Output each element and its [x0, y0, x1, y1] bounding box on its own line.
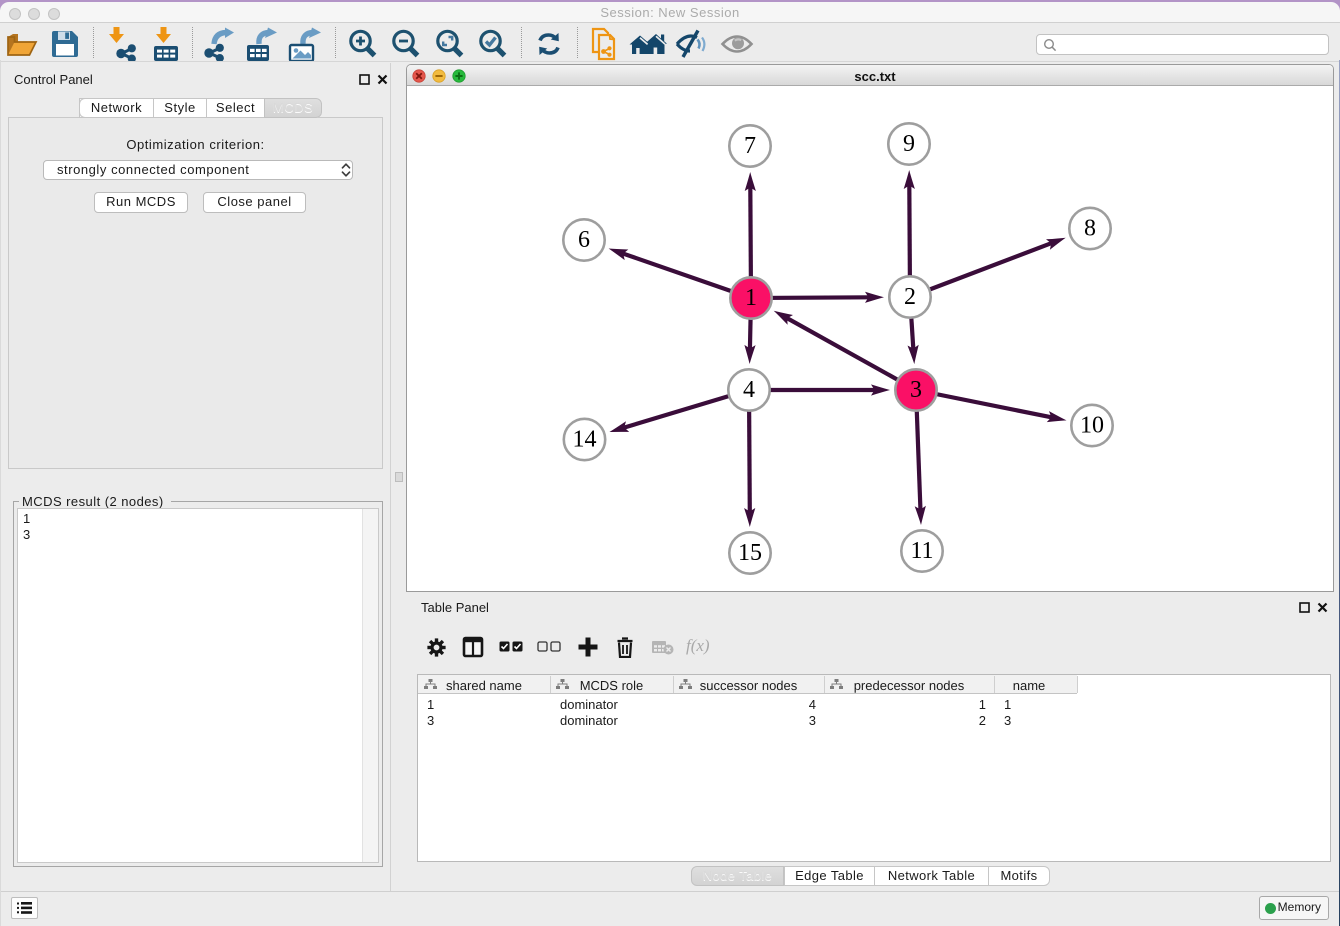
svg-text:7: 7	[744, 133, 756, 159]
svg-text:14: 14	[573, 427, 597, 453]
svg-text:11: 11	[910, 538, 933, 564]
svg-text:8: 8	[1084, 216, 1096, 242]
svg-text:9: 9	[903, 131, 915, 157]
svg-text:2: 2	[904, 284, 916, 310]
svg-text:4: 4	[743, 377, 755, 403]
svg-text:1: 1	[745, 285, 757, 311]
svg-text:6: 6	[578, 227, 590, 253]
svg-text:15: 15	[738, 540, 762, 566]
svg-text:10: 10	[1080, 413, 1104, 439]
svg-text:3: 3	[910, 377, 922, 403]
